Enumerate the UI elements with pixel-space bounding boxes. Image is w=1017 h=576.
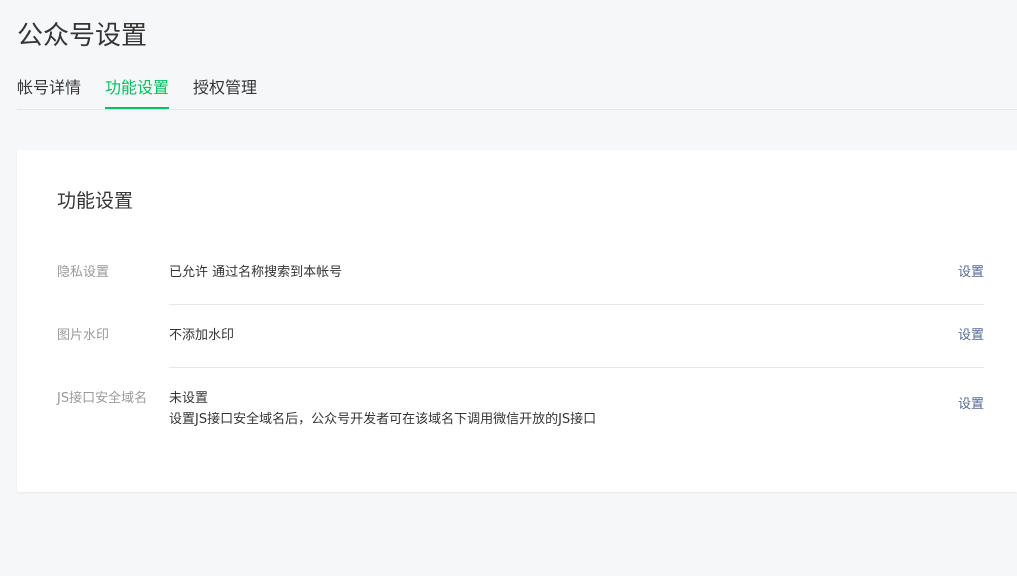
settings-row-js-domain: JS接口安全域名 未设置 设置JS接口安全域名后，公众号开发者可在该域名下调用微…: [57, 389, 984, 433]
privacy-settings-link[interactable]: 设置: [958, 263, 984, 283]
row-divider: [169, 367, 984, 368]
row-label: JS接口安全域名: [57, 391, 148, 406]
settings-row-watermark: 图片水印 不添加水印 设置: [57, 326, 984, 346]
watermark-settings-link[interactable]: 设置: [958, 326, 984, 346]
tab-feature-settings[interactable]: 功能设置: [105, 78, 170, 109]
tab-bar: 帐号详情 功能设置 授权管理: [17, 70, 1017, 110]
row-label: 隐私设置: [57, 265, 110, 280]
js-domain-settings-link[interactable]: 设置: [958, 395, 984, 415]
settings-row-privacy: 隐私设置 已允许 通过名称搜索到本帐号 设置: [57, 263, 984, 283]
row-label: 图片水印: [57, 328, 110, 343]
row-value: 不添加水印: [169, 328, 235, 343]
settings-card: 功能设置 隐私设置 已允许 通过名称搜索到本帐号 设置 图片水印 不添加水印 设…: [17, 150, 1017, 492]
section-title: 功能设置: [57, 190, 134, 212]
tab-authorization-management[interactable]: 授权管理: [193, 78, 257, 109]
tab-account-details[interactable]: 帐号详情: [17, 78, 81, 109]
row-divider: [169, 304, 984, 305]
row-description: 设置JS接口安全域名后，公众号开发者可在该域名下调用微信开放的JS接口: [169, 412, 597, 427]
row-value: 未设置: [169, 391, 209, 406]
page-title: 公众号设置: [17, 21, 148, 51]
row-value: 已允许 通过名称搜索到本帐号: [169, 265, 343, 280]
